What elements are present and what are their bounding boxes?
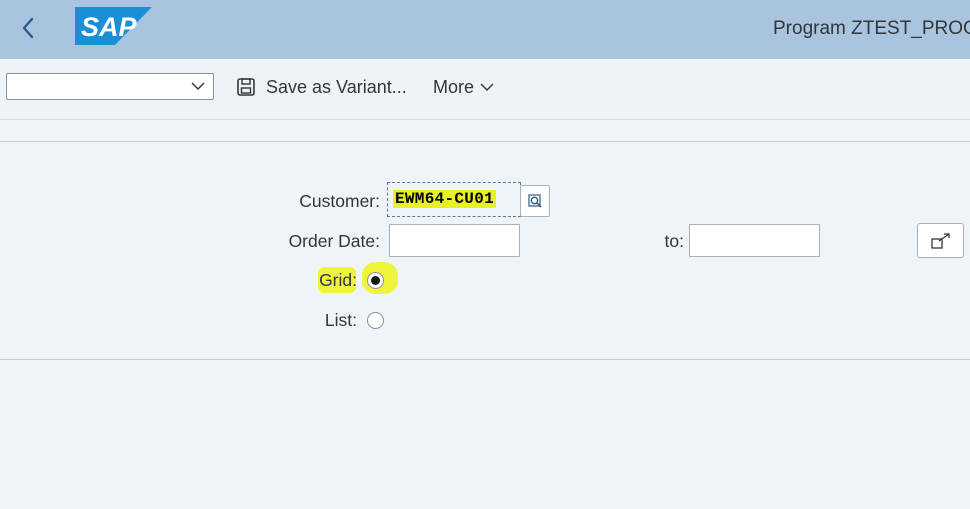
more-button[interactable]: More bbox=[433, 75, 495, 99]
list-label: List: bbox=[324, 310, 357, 330]
order-date-from-input[interactable] bbox=[389, 224, 520, 257]
multiple-selection-button[interactable] bbox=[917, 223, 964, 258]
customer-label: Customer: bbox=[299, 191, 380, 211]
shell-bar: SAP Program ZTEST_PROG bbox=[0, 0, 970, 59]
customer-value-help-button[interactable] bbox=[520, 185, 550, 217]
variant-toolbar: Save as Variant... More bbox=[0, 59, 970, 120]
variant-select[interactable] bbox=[6, 73, 214, 100]
customer-value: EWM64-CU01 bbox=[393, 190, 497, 208]
svg-text:SAP: SAP bbox=[81, 12, 138, 42]
to-label: to: bbox=[664, 231, 684, 251]
save-as-variant-label: Save as Variant... bbox=[266, 76, 407, 97]
app-title: Program ZTEST_PROG bbox=[773, 18, 970, 39]
multiple-selection-icon bbox=[930, 232, 950, 249]
order-date-to-input[interactable] bbox=[689, 224, 820, 257]
grid-label: Grid: bbox=[319, 270, 357, 290]
back-icon bbox=[22, 17, 34, 39]
more-label: More bbox=[433, 76, 475, 97]
chevron-down-icon bbox=[191, 82, 205, 90]
back-button[interactable] bbox=[14, 14, 42, 42]
save-icon bbox=[237, 78, 255, 96]
list-radio[interactable] bbox=[367, 312, 384, 329]
chevron-down-icon bbox=[480, 83, 494, 91]
customer-input[interactable]: EWM64-CU01 bbox=[387, 182, 521, 217]
grid-radio[interactable] bbox=[367, 272, 384, 289]
sap-logo[interactable]: SAP bbox=[75, 7, 152, 45]
value-help-icon bbox=[528, 194, 542, 208]
save-as-variant-button[interactable]: Save as Variant... bbox=[236, 75, 407, 99]
order-date-label: Order Date: bbox=[288, 231, 380, 251]
